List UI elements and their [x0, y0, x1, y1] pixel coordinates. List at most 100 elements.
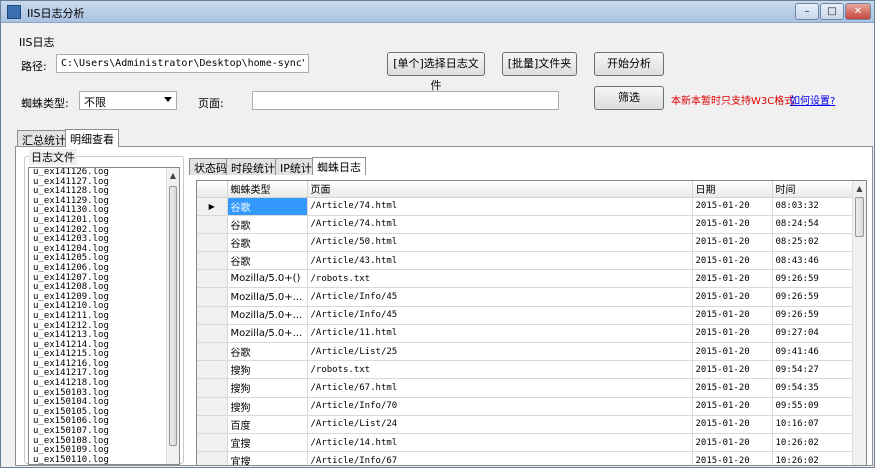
row-header[interactable]	[197, 251, 228, 271]
scroll-up-icon[interactable]: ▲	[853, 181, 866, 197]
cell-page[interactable]: /Article/Info/67	[307, 451, 693, 465]
cell-page[interactable]: /Article/List/24	[307, 415, 693, 434]
cell-spider-type[interactable]: Mozilla/5.0+...	[227, 306, 308, 325]
start-analysis-button[interactable]: 开始分析	[594, 52, 664, 76]
cell-page[interactable]: /Article/74.html	[307, 215, 693, 234]
table-row[interactable]: 宜搜/Article/14.html 2015-01-20 10:26:02	[197, 433, 854, 453]
cell-date[interactable]: 2015-01-20	[692, 324, 773, 344]
cell-spider-type[interactable]: 百度	[227, 415, 308, 434]
cell-time[interactable]: 09:26:59	[772, 306, 854, 325]
cell-date[interactable]: 2015-01-20	[692, 269, 773, 289]
cell-spider-type[interactable]: 谷歌	[227, 233, 308, 253]
cell-time[interactable]: 10:26:02	[772, 451, 854, 465]
row-header[interactable]	[197, 378, 228, 398]
cell-time[interactable]: 09:54:27	[772, 360, 854, 380]
batch-folder-button[interactable]: [批量]文件夹	[502, 52, 577, 76]
cell-page[interactable]: /Article/Info/70	[307, 397, 693, 416]
cell-date[interactable]: 2015-01-20	[692, 306, 773, 325]
minimize-button[interactable]: –	[795, 3, 819, 20]
cell-time[interactable]: 10:16:07	[772, 415, 854, 434]
table-row[interactable]: 百度/Article/List/24 2015-01-20 10:16:07	[197, 415, 854, 434]
table-row[interactable]: 搜狗/robots.txt 2015-01-20 09:54:27	[197, 360, 854, 380]
cell-time[interactable]: 09:54:35	[772, 378, 854, 398]
row-header[interactable]	[197, 269, 228, 289]
row-header[interactable]	[197, 433, 228, 453]
table-row[interactable]: Mozilla/5.0+.../Article/Info/45 2015-01-2…	[197, 287, 854, 307]
maximize-button[interactable]: □	[820, 3, 844, 20]
cell-spider-type[interactable]: 搜狗	[227, 397, 308, 416]
cell-time[interactable]: 09:26:59	[772, 269, 854, 289]
cell-spider-type[interactable]: 谷歌	[227, 215, 308, 234]
table-row[interactable]: 搜狗/Article/67.html 2015-01-20 09:54:35	[197, 378, 854, 398]
cell-spider-type[interactable]: Mozilla/5.0+()	[227, 269, 308, 289]
row-header[interactable]	[197, 451, 228, 465]
row-header[interactable]	[197, 324, 228, 344]
spider-type-select[interactable]: 不限	[79, 91, 177, 110]
cell-spider-type[interactable]: 宜搜	[227, 451, 308, 465]
cell-time[interactable]: 08:24:54	[772, 215, 854, 234]
cell-page[interactable]: /robots.txt	[307, 360, 693, 380]
cell-date[interactable]: 2015-01-20	[692, 287, 773, 307]
cell-date[interactable]: 2015-01-20	[692, 342, 773, 362]
cell-time[interactable]: 08:03:32	[772, 197, 854, 216]
cell-date[interactable]: 2015-01-20	[692, 197, 773, 216]
cell-time[interactable]: 09:55:09	[772, 397, 854, 416]
tab-time-stats[interactable]: 时段统计	[226, 158, 280, 175]
cell-page[interactable]: /Article/11.html	[307, 324, 693, 344]
tab-summary[interactable]: 汇总统计	[17, 130, 71, 147]
cell-page[interactable]: /Article/List/25	[307, 342, 693, 362]
scroll-up-icon[interactable]: ▲	[167, 168, 179, 184]
close-button[interactable]: ✕	[845, 3, 871, 20]
row-header[interactable]	[197, 233, 228, 253]
table-scrollbar[interactable]: ▲	[852, 181, 866, 465]
cell-page[interactable]: /Article/74.html	[307, 197, 693, 216]
scroll-thumb[interactable]	[855, 197, 864, 237]
cell-spider-type[interactable]: Mozilla/5.0+...	[227, 324, 308, 344]
cell-page[interactable]: /Article/67.html	[307, 378, 693, 398]
table-row[interactable]: 宜搜/Article/Info/67 2015-01-20 10:26:02	[197, 451, 854, 465]
table-row[interactable]: 谷歌/Article/List/25 2015-01-20 09:41:46	[197, 342, 854, 362]
column-header-time[interactable]: 时间	[772, 181, 854, 198]
current-row-icon[interactable]: ▶	[197, 197, 228, 216]
row-header[interactable]	[197, 342, 228, 362]
row-header[interactable]	[197, 215, 228, 234]
table-row[interactable]: 谷歌/Article/43.html 2015-01-20 08:43:46	[197, 251, 854, 271]
column-header-page[interactable]: 页面	[307, 181, 693, 198]
cell-spider-type[interactable]: Mozilla/5.0+...	[227, 287, 308, 307]
scroll-thumb[interactable]	[169, 186, 177, 446]
log-file-list[interactable]: u_ex141126.log u_ex141127.log u_ex141128.l…	[28, 167, 180, 465]
tab-spider-log[interactable]: 蜘蛛日志	[312, 157, 366, 175]
cell-date[interactable]: 2015-01-20	[692, 251, 773, 271]
cell-page[interactable]: /Article/43.html	[307, 251, 693, 271]
cell-date[interactable]: 2015-01-20	[692, 451, 773, 465]
path-input[interactable]	[56, 54, 309, 73]
file-list-scrollbar[interactable]: ▲	[166, 168, 179, 464]
cell-time[interactable]: 09:41:46	[772, 342, 854, 362]
table-row[interactable]: Mozilla/5.0+.../Article/11.html 2015-01-2…	[197, 324, 854, 344]
filter-button[interactable]: 筛选	[594, 86, 664, 110]
cell-time[interactable]: 10:26:02	[772, 433, 854, 453]
table-row[interactable]: ▶ 谷歌/Article/74.html 2015-01-20 08:03:32	[197, 197, 854, 216]
cell-time[interactable]: 09:26:59	[772, 287, 854, 307]
cell-date[interactable]: 2015-01-20	[692, 233, 773, 253]
cell-spider-type[interactable]: 谷歌	[227, 342, 308, 362]
row-header[interactable]	[197, 415, 228, 434]
cell-date[interactable]: 2015-01-20	[692, 433, 773, 453]
table-row[interactable]: 搜狗/Article/Info/70 2015-01-20 09:55:09	[197, 397, 854, 416]
spider-log-table[interactable]: 蜘蛛类型 页面 日期 时间 ▶ 谷歌/Article/74.html 2015-01…	[196, 180, 867, 466]
row-header[interactable]	[197, 306, 228, 325]
tab-detail[interactable]: 明细查看	[65, 129, 119, 147]
row-header[interactable]	[197, 397, 228, 416]
cell-date[interactable]: 2015-01-20	[692, 378, 773, 398]
cell-page[interactable]: /Article/Info/45	[307, 306, 693, 325]
title-bar[interactable]: IIS日志分析 – □ ✕	[1, 1, 874, 23]
cell-page[interactable]: /robots.txt	[307, 269, 693, 289]
cell-spider-type[interactable]: 搜狗	[227, 360, 308, 380]
cell-page[interactable]: /Article/Info/45	[307, 287, 693, 307]
cell-time[interactable]: 08:43:46	[772, 251, 854, 271]
table-row[interactable]: Mozilla/5.0+()/robots.txt 2015-01-20 09:26…	[197, 269, 854, 289]
row-header[interactable]	[197, 287, 228, 307]
table-row[interactable]: 谷歌/Article/50.html 2015-01-20 08:25:02	[197, 233, 854, 253]
page-filter-input[interactable]	[252, 91, 559, 110]
table-row[interactable]: 谷歌/Article/74.html 2015-01-20 08:24:54	[197, 215, 854, 234]
